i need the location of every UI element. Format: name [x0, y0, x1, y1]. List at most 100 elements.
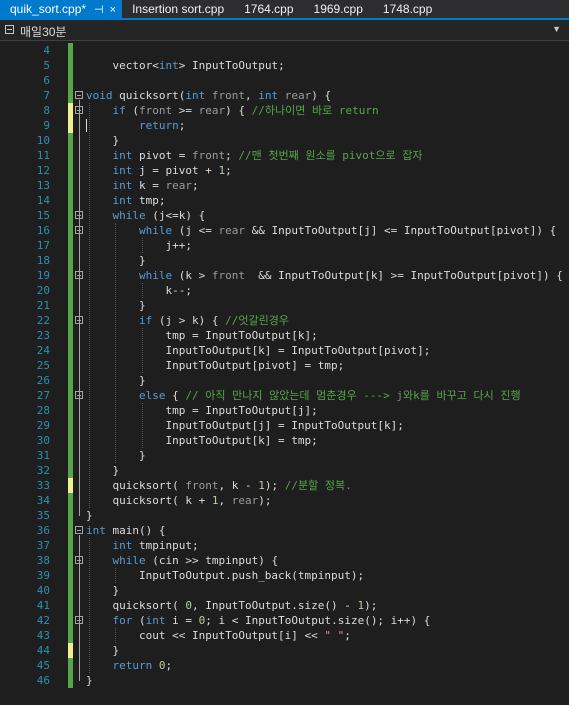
code-line[interactable]: 18 } — [0, 253, 569, 268]
tab-3[interactable]: 1969.cpp — [304, 0, 373, 18]
line-number: 22 — [36, 314, 50, 327]
code-line[interactable]: 30 InputToOutput[k] = tmp; — [0, 433, 569, 448]
line-number: 27 — [36, 389, 50, 402]
line-number: 8 — [43, 104, 50, 117]
collapse-icon[interactable] — [75, 91, 83, 99]
code-text: InputToOutput[k] = tmp; — [86, 434, 318, 447]
code-line[interactable]: 26 } — [0, 373, 569, 388]
change-marker — [68, 88, 73, 103]
change-marker — [68, 598, 73, 613]
code-line[interactable]: 35} — [0, 508, 569, 523]
scope-label[interactable]: 매일30분 — [20, 23, 66, 40]
change-marker — [68, 73, 73, 88]
code-line[interactable]: 42 for (int i = 0; i < InputToOutput.siz… — [0, 613, 569, 628]
code-line[interactable]: 19 while (k > front && InputToOutput[k] … — [0, 268, 569, 283]
code-text: if (front >= rear) { //하나이면 바로 return — [112, 104, 379, 117]
code-line[interactable]: 6 — [0, 73, 569, 88]
code-line[interactable]: 41 quicksort( 0, InputToOutput.size() - … — [0, 598, 569, 613]
code-line[interactable]: 37 int tmpinput; — [0, 538, 569, 553]
change-marker — [68, 328, 73, 343]
line-number: 23 — [36, 329, 50, 342]
collapse-icon[interactable] — [75, 526, 83, 534]
close-icon[interactable]: × — [110, 1, 116, 19]
indent-guide — [142, 328, 143, 373]
code-line[interactable]: 34 quicksort( k + 1, rear); — [0, 493, 569, 508]
code-line[interactable]: 10 } — [0, 133, 569, 148]
code-line[interactable]: 14 int tmp; — [0, 193, 569, 208]
change-marker — [68, 193, 73, 208]
scope-collapse-icon[interactable] — [5, 25, 14, 34]
change-marker — [68, 613, 73, 628]
code-line[interactable]: 27 else { // 아직 만나지 않았는데 멈춘경우 ---> j와k를 … — [0, 388, 569, 403]
code-line[interactable]: 15 while (j<=k) { — [0, 208, 569, 223]
chevron-down-icon[interactable]: ▼ — [552, 24, 561, 34]
code-line[interactable]: 38 while (cin >> tmpinput) { — [0, 553, 569, 568]
code-text: } — [86, 584, 120, 597]
line-number: 45 — [36, 659, 50, 672]
change-marker — [68, 133, 73, 148]
tab-label: 1969.cpp — [313, 2, 363, 16]
indent-guide — [89, 103, 90, 508]
code-editor[interactable]: 45 vector<int> InputToOutput; 6 7 void quic… — [0, 41, 569, 705]
line-number: 15 — [36, 209, 50, 222]
tab-4[interactable]: 1748.cpp — [373, 0, 442, 18]
code-line[interactable]: 17 j++; — [0, 238, 569, 253]
change-marker — [68, 643, 73, 658]
code-line[interactable]: 24 InputToOutput[k] = InputToOutput[pivo… — [0, 343, 569, 358]
tab-2[interactable]: 1764.cpp — [234, 0, 303, 18]
code-line[interactable]: 45 return 0; — [0, 658, 569, 673]
tab-0[interactable]: quik_sort.cpp* ⊣ × — [0, 0, 123, 19]
code-line[interactable]: 28 tmp = InputToOutput[j]; — [0, 403, 569, 418]
pin-icon[interactable]: ⊣ — [94, 1, 104, 19]
code-text: int pivot = front; //맨 첫번째 원소를 pivot으로 잡… — [112, 149, 423, 162]
change-marker — [68, 628, 73, 643]
change-marker — [68, 178, 73, 193]
code-line[interactable]: 32 } — [0, 463, 569, 478]
line-number: 38 — [36, 554, 50, 567]
line-number: 7 — [43, 89, 50, 102]
change-marker — [68, 313, 73, 328]
code-text: vector<int> InputToOutput; — [86, 59, 285, 72]
code-line[interactable]: 7 void quicksort(int front, int rear) { — [0, 88, 569, 103]
code-line[interactable]: 5 vector<int> InputToOutput; — [0, 58, 569, 73]
code-line[interactable]: 25 InputToOutput[pivot] = tmp; — [0, 358, 569, 373]
code-line[interactable]: 13 int k = rear; — [0, 178, 569, 193]
tab-1[interactable]: Insertion sort.cpp — [122, 0, 234, 18]
code-line[interactable]: 33 quicksort( front, k - 1); //분할 정복. — [0, 478, 569, 493]
code-line[interactable]: 46} — [0, 673, 569, 688]
code-line[interactable]: 40 } — [0, 583, 569, 598]
code-text: InputToOutput[pivot] = tmp; — [86, 359, 345, 372]
line-number: 12 — [36, 164, 50, 177]
code-text: void quicksort(int front, int rear) { — [86, 89, 332, 102]
indent-guide — [142, 238, 143, 253]
code-line[interactable]: 39 InputToOutput.push_back(tmpinput); — [0, 568, 569, 583]
code-text: tmp = InputToOutput[j]; — [86, 404, 318, 417]
code-line[interactable]: 4 — [0, 43, 569, 58]
line-number: 24 — [36, 344, 50, 357]
code-line[interactable]: 23 tmp = InputToOutput[k]; — [0, 328, 569, 343]
line-number: 46 — [36, 674, 50, 687]
change-marker — [68, 253, 73, 268]
code-line[interactable]: 16 while (j <= rear && InputToOutput[j] … — [0, 223, 569, 238]
change-marker — [68, 493, 73, 508]
code-line[interactable]: 29 InputToOutput[j] = InputToOutput[k]; — [0, 418, 569, 433]
code-line[interactable]: 8 if (front >= rear) { //하나이면 바로 return — [0, 103, 569, 118]
change-marker — [68, 448, 73, 463]
code-line[interactable]: 36 int main() { — [0, 523, 569, 538]
code-line[interactable]: 44 } — [0, 643, 569, 658]
change-marker — [68, 373, 73, 388]
change-marker — [68, 148, 73, 163]
code-text: InputToOutput.push_back(tmpinput); — [86, 569, 365, 582]
code-line[interactable]: 12 int j = pivot + 1; — [0, 163, 569, 178]
line-number: 36 — [36, 524, 50, 537]
code-text: int tmp; — [112, 194, 166, 207]
code-line[interactable]: 21 } — [0, 298, 569, 313]
code-line[interactable]: 20 k--; — [0, 283, 569, 298]
code-line[interactable]: 11 int pivot = front; //맨 첫번째 원소를 pivot으… — [0, 148, 569, 163]
code-line[interactable]: 31 } — [0, 448, 569, 463]
code-text: quicksort( 0, InputToOutput.size() - 1); — [86, 599, 378, 612]
code-text: if (j > k) { //엇갈린경우 — [138, 314, 289, 327]
code-line[interactable]: 22 if (j > k) { //엇갈린경우 — [0, 313, 569, 328]
code-line[interactable]: 43 cout << InputToOutput[i] << " "; — [0, 628, 569, 643]
line-number: 26 — [36, 374, 50, 387]
